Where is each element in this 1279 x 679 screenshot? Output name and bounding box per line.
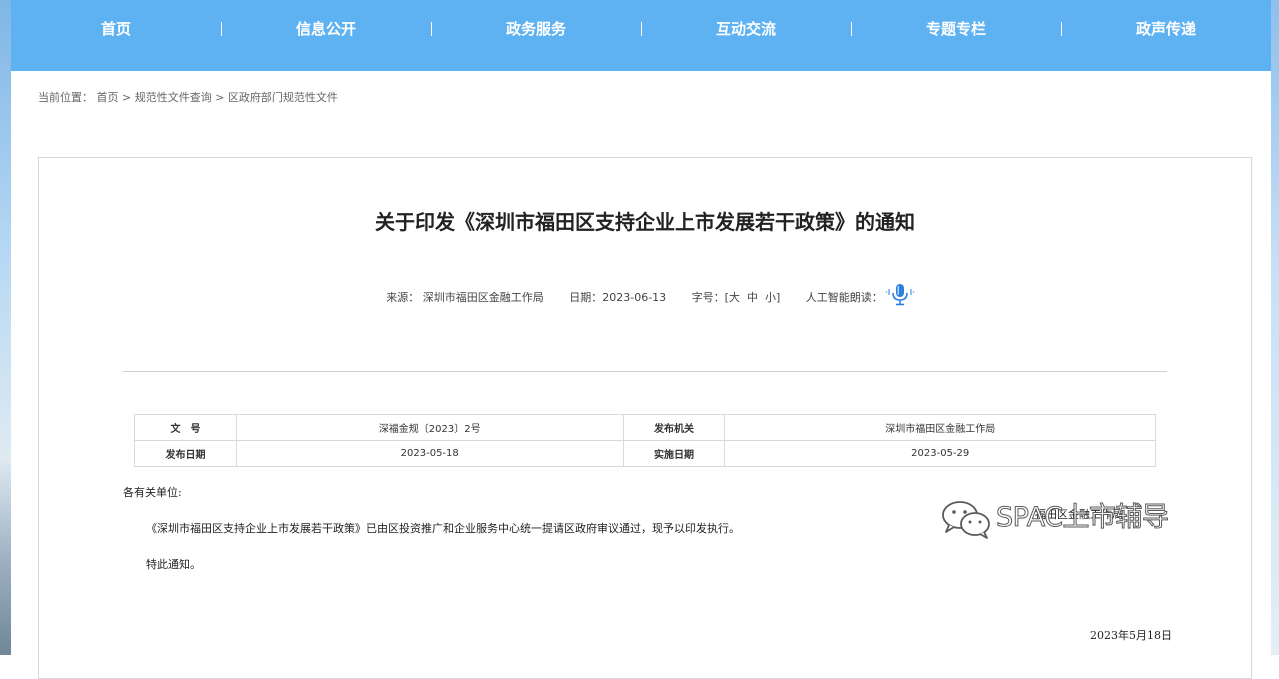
document-info-table: 文 号 深福金规〔2023〕2号 发布机关 深圳市福田区金融工作局 发布日期 2… <box>134 414 1156 467</box>
publish-date-label: 发布日期 <box>134 440 237 467</box>
nav-item-label: 互动交流 <box>715 20 776 38</box>
font-size-close-bracket: ] <box>775 291 781 304</box>
nav-item-label: 信息公开 <box>295 20 356 38</box>
table-row: 发布日期 2023-05-18 实施日期 2023-05-29 <box>134 440 1156 467</box>
microphone-icon[interactable] <box>885 283 915 307</box>
nav-item-label: 政务服务 <box>505 20 566 38</box>
nav-item-government-voice[interactable]: 政声传递 <box>1061 0 1271 58</box>
nav-item-info-disclosure[interactable]: 信息公开 <box>221 0 432 58</box>
breadcrumb-link-normative-docs[interactable]: 规范性文件查询 <box>135 91 212 104</box>
nav-item-interaction[interactable]: 互动交流 <box>641 0 852 58</box>
ai-read-label: 人工智能朗读： <box>805 291 883 304</box>
meta-date: 日期：2023-06-13 <box>569 291 669 304</box>
meta-date-value: 2023-06-13 <box>602 291 667 304</box>
meta-font-size: 字号：[大 中 小] <box>692 291 784 304</box>
breadcrumb-link-department-docs[interactable]: 区政府部门规范性文件 <box>228 91 338 104</box>
meta-source-label: 来源： <box>386 291 420 304</box>
breadcrumb: 当前位置： 首页 > 规范性文件查询 > 区政府部门规范性文件 <box>38 89 338 105</box>
main-navigation: 首页 信息公开 政务服务 互动交流 专题专栏 政声传递 <box>11 0 1271 71</box>
article-title: 关于印发《深圳市福田区支持企业上市发展若干政策》的通知 <box>375 210 915 234</box>
watermark-text: SPAC上市辅导 <box>996 502 1170 534</box>
nav-item-label: 政声传递 <box>1135 20 1196 38</box>
signature-date: 2023年5月18日 <box>1090 629 1172 642</box>
meta-source-value: 深圳市福田区金融工作局 <box>422 291 544 304</box>
effective-date-label: 实施日期 <box>622 440 726 467</box>
watermark: SPAC上市辅导 <box>940 495 1170 540</box>
article-panel: 关于印发《深圳市福田区支持企业上市发展若干政策》的通知 来源： 深圳市福田区金融… <box>38 157 1252 679</box>
article-meta: 来源： 深圳市福田区金融工作局 日期：2023-06-13 字号：[大 中 小]… <box>39 284 1251 310</box>
nav-item-special-topics[interactable]: 专题专栏 <box>851 0 1062 58</box>
breadcrumb-separator: > <box>215 91 225 104</box>
nav-item-label: 专题专栏 <box>925 20 986 38</box>
font-size-medium-button[interactable]: 中 <box>747 291 758 304</box>
nav-item-label: 首页 <box>100 20 131 38</box>
meta-source: 来源： 深圳市福田区金融工作局 <box>386 291 547 304</box>
nav-item-home[interactable]: 首页 <box>11 0 222 58</box>
body-paragraph: 《深圳市福田区支持企业上市发展若干政策》已由区投资推广和企业服务中心统一提请区政… <box>146 522 740 535</box>
issuer-value: 深圳市福田区金融工作局 <box>724 414 1156 441</box>
breadcrumb-prefix: 当前位置： <box>38 91 93 104</box>
effective-date-value: 2023-05-29 <box>724 440 1156 467</box>
title-divider <box>123 371 1167 372</box>
font-size-small-button[interactable]: 小 <box>765 291 776 304</box>
publish-date-value: 2023-05-18 <box>235 440 624 467</box>
body-closing: 特此通知。 <box>146 558 201 571</box>
nav-item-government-services[interactable]: 政务服务 <box>431 0 642 58</box>
font-size-large-button[interactable]: 大 <box>729 291 740 304</box>
meta-date-label: 日期： <box>569 291 603 304</box>
breadcrumb-link-home[interactable]: 首页 <box>97 91 119 104</box>
breadcrumb-separator: > <box>122 91 132 104</box>
font-size-label: 字号： <box>691 291 725 304</box>
body-salutation: 各有关单位: <box>123 486 182 499</box>
content-area: 当前位置： 首页 > 规范性文件查询 > 区政府部门规范性文件 关于印发《深圳市… <box>11 71 1271 679</box>
doc-number-label: 文 号 <box>134 414 237 441</box>
wechat-icon <box>940 498 992 540</box>
table-row: 文 号 深福金规〔2023〕2号 发布机关 深圳市福田区金融工作局 <box>134 414 1156 441</box>
right-background-strip <box>1271 0 1279 655</box>
meta-ai-read: 人工智能朗读： <box>805 284 915 306</box>
left-background-strip <box>0 0 11 655</box>
doc-number-value: 深福金规〔2023〕2号 <box>235 414 624 441</box>
issuer-label: 发布机关 <box>622 414 726 441</box>
